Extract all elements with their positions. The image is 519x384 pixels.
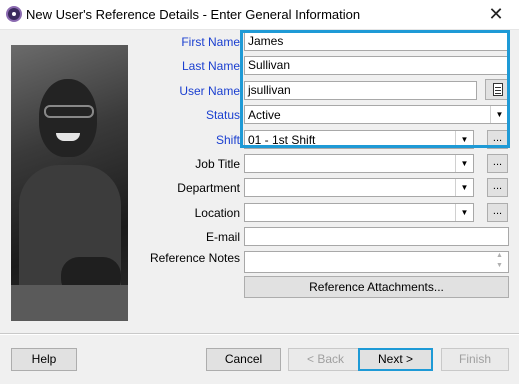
- chevron-down-icon[interactable]: ▼: [455, 179, 473, 196]
- cancel-button[interactable]: Cancel: [206, 348, 281, 371]
- title-bar: New User's Reference Details - Enter Gen…: [0, 0, 519, 30]
- job-title-select[interactable]: ▼: [244, 154, 474, 173]
- shift-label: Shift: [215, 133, 240, 147]
- shift-select[interactable]: 01 - 1st Shift ▼: [244, 130, 474, 149]
- email-input[interactable]: [244, 227, 509, 246]
- shift-value: 01 - 1st Shift: [248, 133, 316, 147]
- next-button[interactable]: Next >: [358, 348, 433, 371]
- first-name-input[interactable]: James: [244, 32, 509, 51]
- chevron-down-icon[interactable]: ▼: [455, 204, 473, 221]
- location-label: Location: [194, 206, 240, 220]
- reference-notes-label: Reference Notes: [149, 251, 240, 265]
- job-title-browse-button[interactable]: ...: [487, 154, 508, 173]
- finish-button[interactable]: Finish: [441, 348, 509, 371]
- scrollbar[interactable]: ▲ ▼: [494, 252, 507, 272]
- status-select[interactable]: Active ▼: [244, 105, 509, 124]
- help-button[interactable]: Help: [11, 348, 77, 371]
- shift-browse-button[interactable]: ...: [487, 130, 508, 149]
- last-name-input[interactable]: Sullivan: [244, 56, 509, 75]
- job-title-label: Job Title: [195, 157, 240, 171]
- separator: [0, 333, 519, 335]
- chevron-down-icon[interactable]: ▼: [455, 131, 473, 148]
- last-name-label: Last Name: [181, 59, 240, 73]
- status-value: Active: [248, 108, 281, 122]
- reference-notes-textarea[interactable]: ▲ ▼: [244, 251, 509, 273]
- user-lookup-button[interactable]: [485, 79, 509, 100]
- reference-attachments-button[interactable]: Reference Attachments...: [244, 276, 509, 298]
- status-label: Status: [205, 108, 240, 122]
- close-icon[interactable]: ✕: [473, 0, 519, 29]
- scroll-down-icon[interactable]: ▼: [496, 262, 503, 269]
- location-select[interactable]: ▼: [244, 203, 474, 222]
- chevron-down-icon[interactable]: ▼: [455, 155, 473, 172]
- first-name-label: First Name: [181, 35, 240, 49]
- user-name-input[interactable]: jsullivan: [244, 81, 477, 100]
- department-label: Department: [177, 181, 240, 195]
- user-name-label: User Name: [179, 84, 240, 98]
- window-title: New User's Reference Details - Enter Gen…: [26, 7, 361, 22]
- location-browse-button[interactable]: ...: [487, 203, 508, 222]
- app-icon: [6, 6, 22, 22]
- email-label: E-mail: [205, 230, 240, 244]
- back-button[interactable]: < Back: [288, 348, 363, 371]
- chevron-down-icon[interactable]: ▼: [490, 106, 508, 123]
- scroll-up-icon[interactable]: ▲: [496, 252, 503, 259]
- document-icon: [493, 83, 503, 96]
- department-browse-button[interactable]: ...: [487, 178, 508, 197]
- department-select[interactable]: ▼: [244, 178, 474, 197]
- user-photo: [11, 45, 128, 321]
